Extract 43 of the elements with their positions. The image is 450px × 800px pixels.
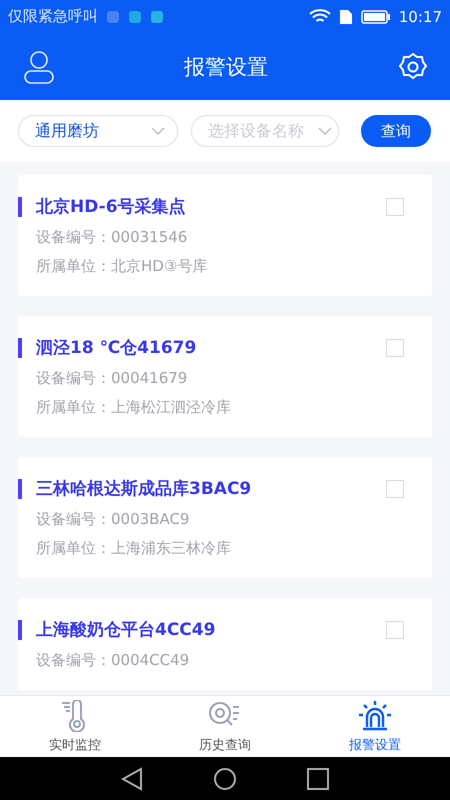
clock-text: 10:17 xyxy=(398,8,442,26)
device-checkbox[interactable] xyxy=(386,338,404,356)
back-icon[interactable] xyxy=(121,766,143,790)
chevron-icon xyxy=(318,127,332,135)
user-icon[interactable] xyxy=(24,50,54,84)
accent-bar xyxy=(18,338,22,358)
settings-icon[interactable] xyxy=(398,52,428,82)
device-field: 所属单位：北京HD③号库 xyxy=(18,257,404,276)
device-name: 三林哈根达斯成品库3BAC9 xyxy=(36,478,252,500)
sim-icon xyxy=(338,8,353,24)
device-card[interactable]: 三林哈根达斯成品库3BAC9 设备编号：0003BAC9 所属单位：上海浦东三林冷库 xyxy=(18,457,432,578)
page-title: 报警设置 xyxy=(184,54,268,80)
carrier-text: 仅限紧急呼叫 xyxy=(8,7,98,26)
device-checkbox[interactable] xyxy=(386,620,404,638)
chevron-icon xyxy=(151,127,165,135)
device-field: 设备编号：00031546 xyxy=(18,228,404,247)
device-card[interactable]: 上海酸奶仓平台4CC49 设备编号：0004CC49 xyxy=(18,598,432,690)
battery-icon xyxy=(360,10,391,24)
device-field: 所属单位：上海浦东三林冷库 xyxy=(18,539,404,558)
device-checkbox[interactable] xyxy=(386,480,404,498)
device-card[interactable]: 泗泾18 ℃仓41679 设备编号：00041679 所属单位：上海松江泗泾冷库 xyxy=(18,316,432,437)
device-name: 泗泾18 ℃仓41679 xyxy=(36,337,198,359)
accent-bar xyxy=(18,196,22,216)
alarm-light-icon xyxy=(358,700,392,732)
device-field: 所属单位：上海松江泗泾冷库 xyxy=(18,398,404,417)
nav-tab[interactable]: 报警设置 xyxy=(300,696,450,757)
device-field: 设备编号：0003BAC9 xyxy=(18,510,404,529)
notification-icon xyxy=(106,10,166,24)
nav-tab[interactable]: 历史查询 xyxy=(150,696,300,757)
recents-icon[interactable] xyxy=(307,768,329,790)
device-card[interactable]: 北京HD-6号采集点 设备编号：00031546 所属单位：北京HD③号库 xyxy=(18,175,432,296)
query-button[interactable]: 查询 xyxy=(361,115,431,147)
accent-bar xyxy=(18,620,22,640)
wifi-icon xyxy=(308,8,331,24)
device-field: 设备编号：00041679 xyxy=(18,369,404,388)
nav-tab[interactable]: 实时监控 xyxy=(0,696,150,757)
device-field: 设备编号：0004CC49 xyxy=(18,651,404,670)
home-icon[interactable] xyxy=(213,766,237,790)
device-name: 北京HD-6号采集点 xyxy=(36,196,187,218)
device-checkbox[interactable] xyxy=(386,198,404,216)
company-select[interactable]: 通用磨坊 xyxy=(18,115,178,147)
device-name: 上海酸奶仓平台4CC49 xyxy=(36,619,216,641)
accent-bar xyxy=(18,478,22,498)
